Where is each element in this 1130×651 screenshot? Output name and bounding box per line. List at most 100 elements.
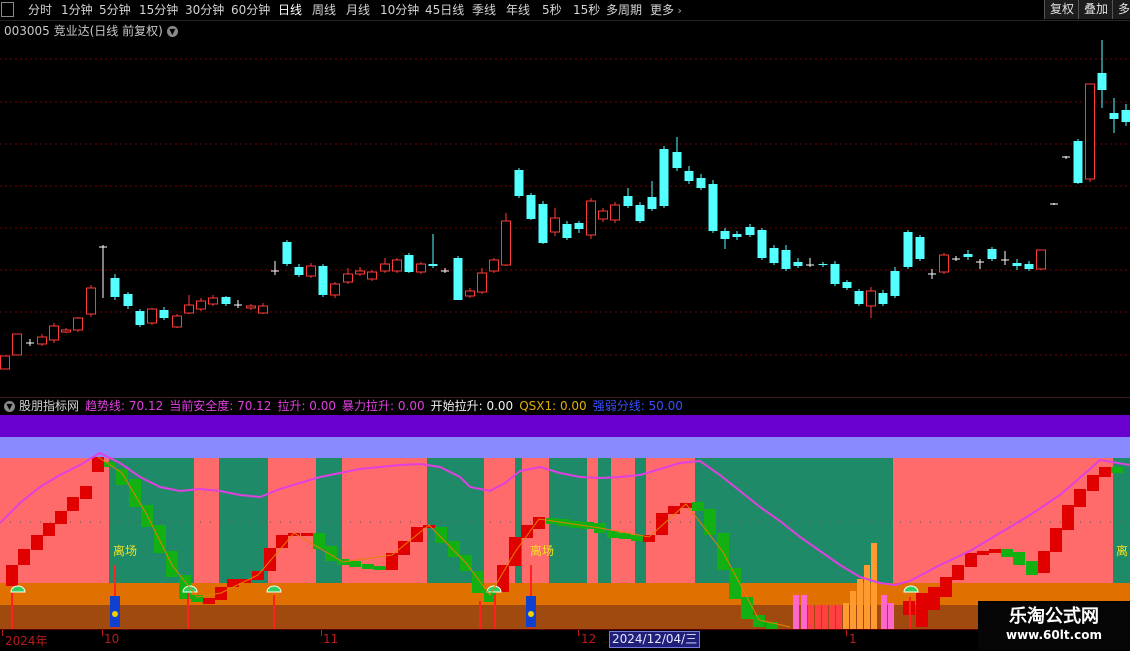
period-button[interactable]: 30分钟	[185, 2, 224, 18]
candle-body	[466, 291, 475, 296]
zone-green	[635, 458, 646, 583]
zone-brown	[0, 605, 1130, 629]
period-button[interactable]: 月线	[346, 2, 370, 18]
step-block	[1001, 549, 1013, 557]
candle-body	[50, 326, 59, 340]
candle-body	[831, 264, 840, 284]
step-block	[656, 513, 668, 535]
step-block	[203, 598, 215, 604]
watermark-title: 乐淘公式网	[978, 607, 1130, 627]
candle-body	[331, 284, 340, 295]
candle-body	[673, 152, 682, 168]
step-block	[704, 509, 716, 535]
candle-body	[1074, 141, 1083, 183]
period-button[interactable]: 45日线	[425, 2, 464, 18]
candle-body	[867, 291, 876, 306]
candle-body	[1025, 264, 1034, 269]
candle-body	[368, 272, 377, 279]
period-button[interactable]: 5分钟	[99, 2, 131, 18]
candle-body	[721, 231, 730, 239]
step-block	[472, 571, 484, 593]
period-button[interactable]: 15分钟	[139, 2, 178, 18]
step-block	[301, 533, 313, 536]
period-button[interactable]: 多周期	[606, 2, 642, 18]
indicator-readout: 趋势线: 70.12	[85, 399, 163, 413]
overlay-button[interactable]: 叠加	[1078, 0, 1113, 19]
zone-green	[219, 458, 268, 583]
step-block	[619, 533, 631, 539]
period-button[interactable]: 60分钟	[231, 2, 270, 18]
candle-body	[709, 184, 718, 231]
period-button[interactable]: 季线	[472, 2, 496, 18]
step-block	[1099, 467, 1111, 477]
chevron-down-icon[interactable]: ▼	[167, 26, 178, 37]
candle-body	[904, 232, 913, 267]
candle-body	[879, 293, 888, 304]
candle-body	[648, 197, 657, 209]
step-block	[916, 593, 928, 627]
candle-body	[344, 274, 353, 282]
period-button[interactable]: 1分钟	[61, 2, 93, 18]
candle-body	[173, 316, 182, 327]
candle-body	[782, 250, 791, 269]
candle-body	[1110, 113, 1119, 119]
candlestick-chart[interactable]	[0, 38, 1130, 396]
candle-body	[636, 205, 645, 221]
step-block	[607, 531, 619, 538]
candle-body	[247, 306, 256, 308]
step-block	[1062, 505, 1074, 530]
candle-body	[356, 271, 365, 274]
candle-body	[587, 201, 596, 235]
top-band	[0, 415, 1130, 437]
step-block	[374, 566, 386, 570]
histogram-bar	[822, 605, 828, 629]
candle-body	[660, 149, 669, 206]
histogram-bar	[808, 605, 814, 629]
period-button[interactable]: 更多 ›	[650, 2, 682, 19]
candle-body	[209, 298, 218, 304]
date-axis-label: 11	[323, 632, 338, 646]
period-button[interactable]: 日线	[278, 2, 302, 18]
period-button[interactable]: 10分钟	[380, 2, 419, 18]
step-block	[1038, 551, 1050, 573]
period-button[interactable]: 5秒	[542, 2, 562, 18]
candle-body	[1013, 263, 1022, 266]
step-block	[80, 486, 92, 499]
period-button[interactable]: 年线	[506, 2, 530, 18]
fuquan-button[interactable]: 复权	[1044, 0, 1079, 19]
candle-body	[563, 224, 572, 238]
period-button[interactable]: 分时	[28, 2, 52, 18]
step-block	[6, 565, 18, 586]
candle-body	[307, 266, 316, 276]
candle-body	[62, 330, 71, 332]
histogram-bar	[850, 591, 856, 629]
multi-button[interactable]: 多	[1112, 0, 1130, 19]
step-block	[1026, 561, 1038, 575]
indicator-menu-chevron-icon[interactable]: ▼	[4, 401, 15, 412]
candle-body	[393, 260, 402, 271]
histogram-bar	[871, 543, 877, 629]
candle-body	[283, 242, 292, 264]
step-block	[264, 548, 276, 571]
candle-body	[148, 309, 157, 323]
period-button[interactable]: 15秒	[573, 2, 600, 18]
candle-body	[758, 230, 767, 258]
histogram-bar	[881, 595, 887, 629]
candle-body	[964, 254, 973, 257]
candle-body	[1122, 110, 1130, 122]
indicator-header: ▼股朋指标网趋势线: 70.12当前安全度: 70.12拉升: 0.00暴力拉升…	[0, 397, 1130, 415]
indicator-chart[interactable]: 离场离场离	[0, 415, 1130, 629]
step-block	[43, 523, 55, 536]
layout-toggle-box[interactable]	[1, 2, 14, 17]
step-block	[1111, 467, 1123, 473]
histogram-bar	[864, 565, 870, 629]
indicator-name[interactable]: 股朋指标网	[19, 399, 79, 413]
candle-body	[551, 218, 560, 232]
histogram-bar	[857, 579, 863, 629]
candle-body	[87, 288, 96, 314]
step-block	[398, 541, 410, 555]
period-button[interactable]: 周线	[312, 2, 336, 18]
zone-green	[427, 458, 484, 583]
candle-body	[611, 205, 620, 220]
candle-body	[381, 264, 390, 271]
